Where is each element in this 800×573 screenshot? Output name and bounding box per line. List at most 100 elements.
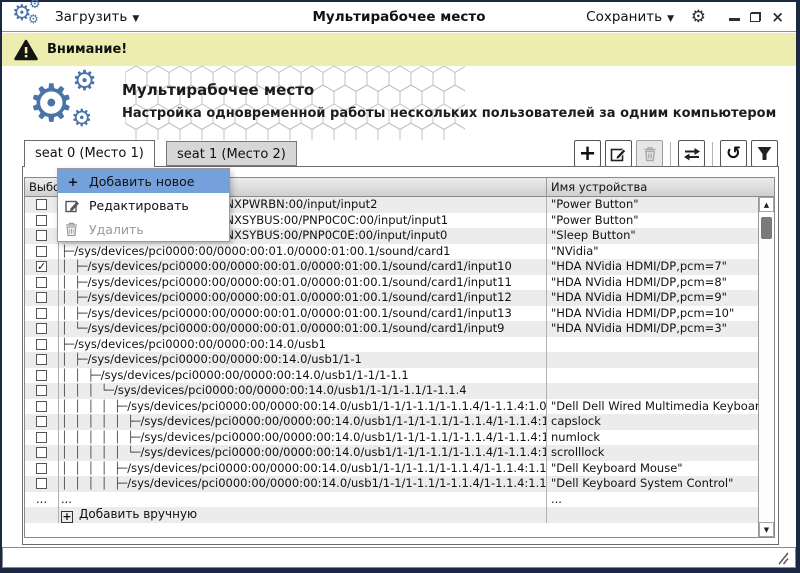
- tab-seat-0[interactable]: seat 0 (Место 1): [24, 140, 155, 167]
- device-path: /sys/devices/pci0000:00/0000:00:01.0/000…: [88, 306, 512, 320]
- row-checkbox[interactable]: [36, 478, 47, 489]
- table-row[interactable]: │ │ │ │ │ ├─/sys/devices/pci0000:00/0000…: [25, 430, 758, 446]
- table-row[interactable]: ├─/sys/devices/pci0000:00/0000:00:01.0/0…: [25, 244, 758, 260]
- table-row[interactable]: │ ├─/sys/devices/pci0000:00/0000:00:01.0…: [25, 275, 758, 291]
- edit-device-button[interactable]: [605, 140, 632, 167]
- table-row[interactable]: │ └─/sys/devices/pci0000:00/0000:00:01.0…: [25, 321, 758, 337]
- delete-device-button: [636, 140, 663, 167]
- settings-gear-icon[interactable]: ⚙: [691, 2, 706, 32]
- add-device-button[interactable]: +: [574, 140, 601, 167]
- row-checkbox[interactable]: [36, 447, 47, 458]
- device-path: /sys/devices/pci0000:00/0000:00:01.0/000…: [88, 275, 512, 289]
- table-row[interactable]: │ │ │ │ │ ├─/sys/devices/pci0000:00/0000…: [25, 414, 758, 430]
- row-checkbox[interactable]: [36, 432, 47, 443]
- row-checkbox[interactable]: [36, 308, 47, 319]
- filter-button[interactable]: [751, 140, 778, 167]
- row-checkbox[interactable]: [36, 401, 47, 412]
- gears-logo-icon: ⚙⚙⚙: [28, 68, 118, 140]
- toolbar-separator: [670, 142, 671, 166]
- edit-pencil-icon: [610, 145, 627, 162]
- app-window: ⚙⚙⚙ Загрузить▼ Мультирабочее место Сохра…: [0, 0, 800, 573]
- device-name: "Power Button": [547, 213, 758, 229]
- table-row[interactable]: │ ├─/sys/devices/pci0000:00/0000:00:01.0…: [25, 306, 758, 322]
- menu-item-edit[interactable]: Редактировать: [58, 193, 229, 217]
- window-body: ⚙⚙⚙ Загрузить▼ Мультирабочее место Сохра…: [2, 2, 796, 568]
- window-controls: ×: [729, 2, 784, 32]
- minimize-icon[interactable]: [729, 18, 740, 21]
- scroll-up-icon[interactable]: ▲: [759, 197, 774, 212]
- tree-prefix: │ └─: [61, 322, 88, 335]
- device-path: /sys/devices/pci0000:00/0000:00:01.0/000…: [88, 259, 512, 273]
- row-checkbox[interactable]: [36, 261, 47, 272]
- device-name: capslock: [547, 414, 758, 430]
- swap-seats-button[interactable]: [678, 140, 705, 167]
- device-path: /sys/devices/pci0000:00/0000:00:01.0/000…: [88, 321, 505, 335]
- row-checkbox[interactable]: [36, 199, 47, 210]
- row-checkbox[interactable]: [36, 215, 47, 226]
- swap-arrows-icon: [683, 147, 701, 161]
- table-row[interactable]: │ ├─/sys/devices/pci0000:00/0000:00:01.0…: [25, 290, 758, 306]
- window-title: Мультирабочее место: [2, 2, 796, 32]
- device-name: [547, 368, 758, 384]
- device-toolbar: +: [574, 140, 778, 167]
- device-name: "Dell Dell Wired Multimedia Keyboard": [547, 399, 758, 415]
- status-bar: [2, 547, 796, 568]
- row-checkbox[interactable]: [36, 277, 47, 288]
- tree-prefix: │ │ │ │ │ ├─: [61, 431, 140, 444]
- scrollbar-thumb[interactable]: [761, 217, 772, 239]
- scroll-down-icon[interactable]: ▼: [759, 522, 774, 537]
- table-row[interactable]: │ │ │ │ │ └─/sys/devices/pci0000:00/0000…: [25, 445, 758, 461]
- row-checkbox[interactable]: [36, 246, 47, 257]
- vertical-scrollbar[interactable]: ▲ ▼: [758, 197, 774, 537]
- table-row[interactable]: │ │ │ └─/sys/devices/pci0000:00/0000:00:…: [25, 383, 758, 399]
- add-manual-row[interactable]: +Добавить вручную: [25, 507, 758, 523]
- header-text: Мультирабочее место Настройка одновремен…: [122, 81, 776, 121]
- row-checkbox[interactable]: [36, 323, 47, 334]
- table-row[interactable]: │ │ │ │ ├─/sys/devices/pci0000:00/0000:0…: [25, 476, 758, 492]
- row-checkbox[interactable]: [36, 354, 47, 365]
- device-path: /sys/devices/pci0000:00/0000:00:14.0/usb…: [127, 399, 546, 413]
- restore-icon[interactable]: [750, 12, 761, 22]
- tree-prefix: ├─: [61, 338, 74, 351]
- device-name: "HDA NVidia HDMI/DP,pcm=8": [547, 275, 758, 291]
- device-path: /sys/devices/pci0000:00/0000:00:14.0/usb…: [140, 430, 547, 444]
- device-name: "Sleep Button": [547, 228, 758, 244]
- device-name: "HDA NVidia HDMI/DP,pcm=9": [547, 290, 758, 306]
- tree-prefix: │ │ │ │ ├─: [61, 400, 127, 413]
- close-icon[interactable]: ×: [771, 10, 784, 25]
- device-name: numlock: [547, 430, 758, 446]
- row-checkbox[interactable]: [36, 416, 47, 427]
- tab-seat-1[interactable]: seat 1 (Место 2): [166, 141, 297, 166]
- save-button[interactable]: Сохранить▼: [586, 2, 674, 32]
- tree-prefix: │ ├─: [61, 353, 88, 366]
- tab-bar: seat 0 (Место 1) seat 1 (Место 2) +: [2, 140, 796, 166]
- row-checkbox[interactable]: [36, 385, 47, 396]
- tree-prefix: │ │ │ │ │ └─: [61, 446, 140, 459]
- funnel-icon: [757, 146, 772, 161]
- device-path: /sys/devices/pci0000:00/0000:00:14.0/usb…: [127, 461, 546, 475]
- device-name: "HDA NVidia HDMI/DP,pcm=7": [547, 259, 758, 275]
- row-checkbox[interactable]: [36, 339, 47, 350]
- warning-label: Внимание!: [47, 42, 127, 57]
- menu-item-add-new[interactable]: + Добавить новое: [58, 169, 229, 193]
- row-checkbox[interactable]: [36, 292, 47, 303]
- context-menu: + Добавить новое Редактировать: [57, 168, 230, 242]
- row-checkbox[interactable]: [36, 230, 47, 241]
- reset-button[interactable]: ↺: [720, 140, 747, 167]
- device-name: "Dell Keyboard Mouse": [547, 461, 758, 477]
- trash-icon: [65, 222, 81, 237]
- table-row[interactable]: │ ├─/sys/devices/pci0000:00/0000:00:14.0…: [25, 352, 758, 368]
- tree-prefix: │ ├─: [61, 260, 88, 273]
- table-row[interactable]: ├─/sys/devices/pci0000:00/0000:00:14.0/u…: [25, 337, 758, 353]
- tree-prefix: │ ├─: [61, 307, 88, 320]
- resize-grip[interactable]: [776, 552, 789, 565]
- table-row[interactable]: │ │ │ │ ├─/sys/devices/pci0000:00/0000:0…: [25, 399, 758, 415]
- tree-prefix: │ ├─: [61, 291, 88, 304]
- row-checkbox[interactable]: [36, 463, 47, 474]
- row-checkbox[interactable]: [36, 370, 47, 381]
- trash-icon: [643, 146, 657, 162]
- table-body: /sys/devices/LNXSYSTM:00/LNXPWRBN:00/inp…: [25, 197, 758, 537]
- table-row[interactable]: │ │ ├─/sys/devices/pci0000:00/0000:00:14…: [25, 368, 758, 384]
- table-row[interactable]: │ ├─/sys/devices/pci0000:00/0000:00:01.0…: [25, 259, 758, 275]
- table-row[interactable]: │ │ │ │ ├─/sys/devices/pci0000:00/0000:0…: [25, 461, 758, 477]
